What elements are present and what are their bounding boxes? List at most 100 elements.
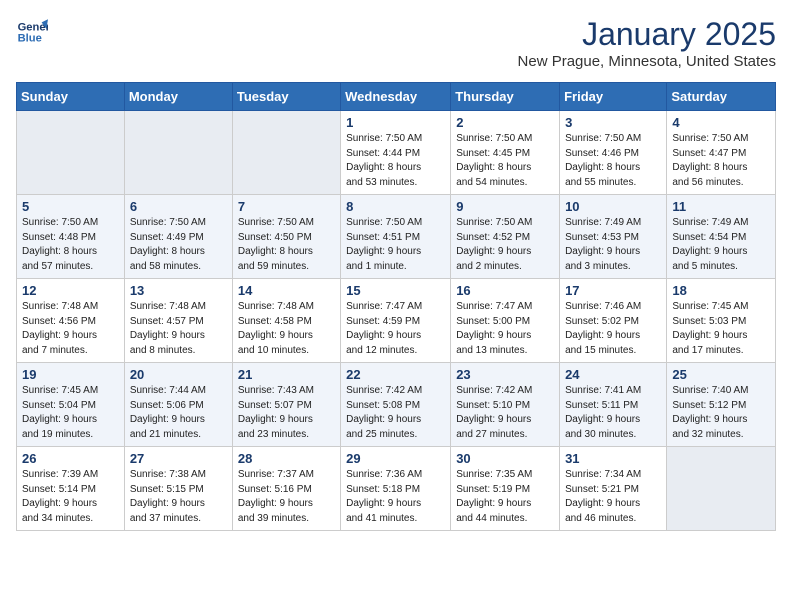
weekday-header-sunday: Sunday <box>17 83 125 111</box>
svg-text:Blue: Blue <box>18 33 42 45</box>
day-info: Sunrise: 7:48 AM Sunset: 4:56 PM Dayligh… <box>22 300 119 358</box>
calendar-table: SundayMondayTuesdayWednesdayThursdayFrid… <box>16 82 776 531</box>
day-info: Sunrise: 7:45 AM Sunset: 5:04 PM Dayligh… <box>22 384 119 442</box>
day-number: 17 <box>565 283 661 298</box>
day-info: Sunrise: 7:47 AM Sunset: 5:00 PM Dayligh… <box>456 300 554 358</box>
day-number: 19 <box>22 367 119 382</box>
calendar-cell: 10 Sunrise: 7:49 AM Sunset: 4:53 PM Dayli… <box>560 195 667 279</box>
day-number: 26 <box>22 451 119 466</box>
calendar-cell <box>232 111 340 195</box>
logo-icon: General Blue <box>16 16 48 48</box>
calendar-cell: 29Sunrise: 7:36 AM Sunset: 5:18 PM Dayli… <box>341 447 451 531</box>
day-number: 10 <box>565 199 661 214</box>
day-number: 16 <box>456 283 554 298</box>
day-info: Sunrise: 7:43 AM Sunset: 5:07 PM Dayligh… <box>238 384 335 442</box>
calendar-cell: 2Sunrise: 7:50 AM Sunset: 4:45 PM Daylig… <box>451 111 560 195</box>
calendar-cell: 17Sunrise: 7:46 AM Sunset: 5:02 PM Dayli… <box>560 279 667 363</box>
day-number: 25 <box>672 367 770 382</box>
calendar-cell: 7 Sunrise: 7:50 AM Sunset: 4:50 PM Daylig… <box>232 195 340 279</box>
day-number: 7 <box>238 199 335 214</box>
title-area: January 2025 New Prague, Minnesota, Unit… <box>518 16 776 70</box>
day-info: Sunrise: 7:50 AM Sunset: 4:51 PM Dayligh… <box>346 216 445 274</box>
calendar-cell: 16 Sunrise: 7:47 AM Sunset: 5:00 PM Dayli… <box>451 279 560 363</box>
calendar-cell <box>667 447 776 531</box>
weekday-header-thursday: Thursday <box>451 83 560 111</box>
day-number: 27 <box>130 451 227 466</box>
calendar-cell: 23 Sunrise: 7:42 AM Sunset: 5:10 PM Dayli… <box>451 363 560 447</box>
day-number: 28 <box>238 451 335 466</box>
day-number: 21 <box>238 367 335 382</box>
day-number: 30 <box>456 451 554 466</box>
day-info: Sunrise: 7:49 AM Sunset: 4:53 PM Dayligh… <box>565 216 661 274</box>
day-number: 13 <box>130 283 227 298</box>
calendar-cell: 27 Sunrise: 7:38 AM Sunset: 5:15 PM Dayli… <box>124 447 232 531</box>
week-row-5: 26 Sunrise: 7:39 AM Sunset: 5:14 PM Dayli… <box>17 447 776 531</box>
weekday-header-friday: Friday <box>560 83 667 111</box>
calendar-cell: 4 Sunrise: 7:50 AM Sunset: 4:47 PM Daylig… <box>667 111 776 195</box>
calendar-cell <box>124 111 232 195</box>
day-number: 5 <box>22 199 119 214</box>
calendar-cell: 13 Sunrise: 7:48 AM Sunset: 4:57 PM Dayli… <box>124 279 232 363</box>
calendar-cell: 25 Sunrise: 7:40 AM Sunset: 5:12 PM Dayli… <box>667 363 776 447</box>
day-info: Sunrise: 7:50 AM Sunset: 4:44 PM Dayligh… <box>346 132 445 190</box>
calendar-cell <box>17 111 125 195</box>
day-number: 6 <box>130 199 227 214</box>
day-info: Sunrise: 7:50 AM Sunset: 4:47 PM Dayligh… <box>672 132 770 190</box>
day-info: Sunrise: 7:50 AM Sunset: 4:50 PM Dayligh… <box>238 216 335 274</box>
day-number: 14 <box>238 283 335 298</box>
day-number: 18 <box>672 283 770 298</box>
day-info: Sunrise: 7:44 AM Sunset: 5:06 PM Dayligh… <box>130 384 227 442</box>
calendar-cell: 18 Sunrise: 7:45 AM Sunset: 5:03 PM Dayli… <box>667 279 776 363</box>
day-info: Sunrise: 7:50 AM Sunset: 4:52 PM Dayligh… <box>456 216 554 274</box>
calendar-cell: 28 Sunrise: 7:37 AM Sunset: 5:16 PM Dayli… <box>232 447 340 531</box>
day-number: 9 <box>456 199 554 214</box>
day-number: 24 <box>565 367 661 382</box>
day-info: Sunrise: 7:50 AM Sunset: 4:46 PM Dayligh… <box>565 132 661 190</box>
day-info: Sunrise: 7:34 AM Sunset: 5:21 PM Dayligh… <box>565 468 661 526</box>
calendar-cell: 8Sunrise: 7:50 AM Sunset: 4:51 PM Daylig… <box>341 195 451 279</box>
calendar-cell: 22 Sunrise: 7:42 AM Sunset: 5:08 PM Dayli… <box>341 363 451 447</box>
day-info: Sunrise: 7:36 AM Sunset: 5:18 PM Dayligh… <box>346 468 445 526</box>
day-number: 23 <box>456 367 554 382</box>
day-number: 20 <box>130 367 227 382</box>
day-number: 31 <box>565 451 661 466</box>
calendar-cell: 9 Sunrise: 7:50 AM Sunset: 4:52 PM Daylig… <box>451 195 560 279</box>
week-row-1: 1Sunrise: 7:50 AM Sunset: 4:44 PM Daylig… <box>17 111 776 195</box>
day-info: Sunrise: 7:45 AM Sunset: 5:03 PM Dayligh… <box>672 300 770 358</box>
day-info: Sunrise: 7:47 AM Sunset: 4:59 PM Dayligh… <box>346 300 445 358</box>
day-info: Sunrise: 7:37 AM Sunset: 5:16 PM Dayligh… <box>238 468 335 526</box>
calendar-cell: 14 Sunrise: 7:48 AM Sunset: 4:58 PM Dayli… <box>232 279 340 363</box>
calendar-cell: 24 Sunrise: 7:41 AM Sunset: 5:11 PM Dayli… <box>560 363 667 447</box>
week-row-4: 19 Sunrise: 7:45 AM Sunset: 5:04 PM Dayli… <box>17 363 776 447</box>
day-number: 4 <box>672 115 770 130</box>
day-info: Sunrise: 7:48 AM Sunset: 4:57 PM Dayligh… <box>130 300 227 358</box>
day-info: Sunrise: 7:42 AM Sunset: 5:10 PM Dayligh… <box>456 384 554 442</box>
weekday-header-monday: Monday <box>124 83 232 111</box>
calendar-cell: 30 Sunrise: 7:35 AM Sunset: 5:19 PM Dayli… <box>451 447 560 531</box>
day-info: Sunrise: 7:41 AM Sunset: 5:11 PM Dayligh… <box>565 384 661 442</box>
calendar-cell: 1Sunrise: 7:50 AM Sunset: 4:44 PM Daylig… <box>341 111 451 195</box>
week-row-2: 5Sunrise: 7:50 AM Sunset: 4:48 PM Daylig… <box>17 195 776 279</box>
day-info: Sunrise: 7:49 AM Sunset: 4:54 PM Dayligh… <box>672 216 770 274</box>
weekday-header-saturday: Saturday <box>667 83 776 111</box>
calendar-subtitle: New Prague, Minnesota, United States <box>518 53 776 70</box>
header: General Blue January 2025 New Prague, Mi… <box>16 16 776 70</box>
day-number: 12 <box>22 283 119 298</box>
calendar-cell: 31 Sunrise: 7:34 AM Sunset: 5:21 PM Dayli… <box>560 447 667 531</box>
day-info: Sunrise: 7:48 AM Sunset: 4:58 PM Dayligh… <box>238 300 335 358</box>
day-number: 15 <box>346 283 445 298</box>
weekday-header-wednesday: Wednesday <box>341 83 451 111</box>
calendar-cell: 12 Sunrise: 7:48 AM Sunset: 4:56 PM Dayli… <box>17 279 125 363</box>
day-info: Sunrise: 7:42 AM Sunset: 5:08 PM Dayligh… <box>346 384 445 442</box>
day-info: Sunrise: 7:39 AM Sunset: 5:14 PM Dayligh… <box>22 468 119 526</box>
day-info: Sunrise: 7:50 AM Sunset: 4:49 PM Dayligh… <box>130 216 227 274</box>
weekday-header-tuesday: Tuesday <box>232 83 340 111</box>
calendar-cell: 20 Sunrise: 7:44 AM Sunset: 5:06 PM Dayli… <box>124 363 232 447</box>
day-number: 22 <box>346 367 445 382</box>
calendar-cell: 15 Sunrise: 7:47 AM Sunset: 4:59 PM Dayli… <box>341 279 451 363</box>
calendar-cell: 5Sunrise: 7:50 AM Sunset: 4:48 PM Daylig… <box>17 195 125 279</box>
day-info: Sunrise: 7:40 AM Sunset: 5:12 PM Dayligh… <box>672 384 770 442</box>
day-info: Sunrise: 7:35 AM Sunset: 5:19 PM Dayligh… <box>456 468 554 526</box>
day-info: Sunrise: 7:38 AM Sunset: 5:15 PM Dayligh… <box>130 468 227 526</box>
week-row-3: 12 Sunrise: 7:48 AM Sunset: 4:56 PM Dayli… <box>17 279 776 363</box>
